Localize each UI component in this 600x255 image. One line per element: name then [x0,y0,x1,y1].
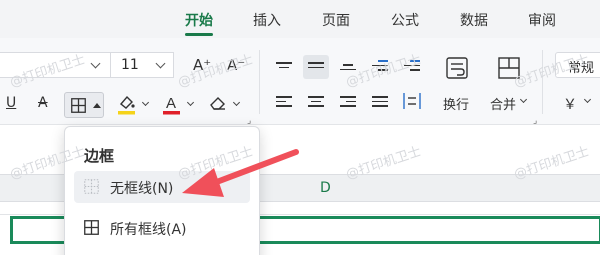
annotation-arrow [182,149,299,197]
